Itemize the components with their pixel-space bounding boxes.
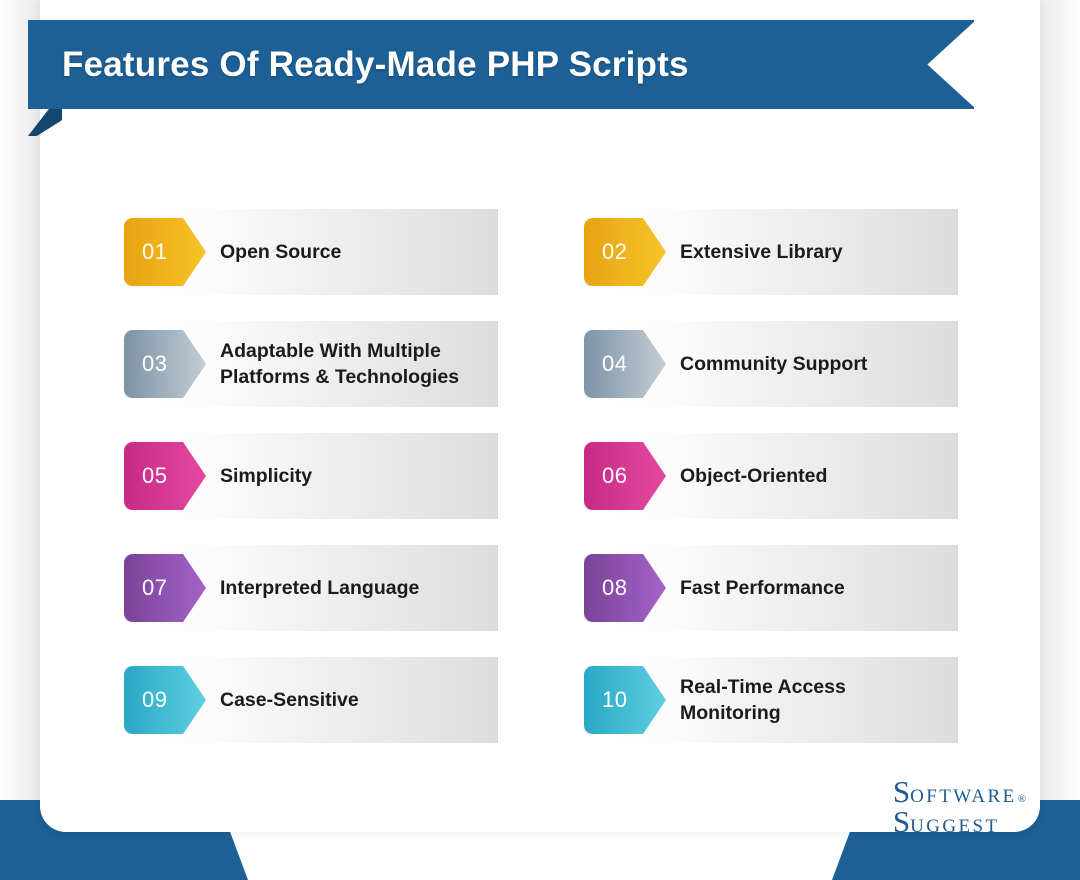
infographic-page: Features Of Ready-Made PHP Scripts 01 Ope…	[0, 0, 1080, 880]
feature-item[interactable]: 07 Interpreted Language	[124, 545, 498, 631]
feature-label: Simplicity	[220, 433, 470, 519]
feature-item[interactable]: 08 Fast Performance	[584, 545, 958, 631]
feature-label-line-1: Case-Sensitive	[220, 689, 359, 711]
feature-number: 03	[142, 351, 168, 376]
feature-number: 02	[602, 239, 628, 264]
feature-label: Object-Oriented	[680, 433, 930, 519]
header-ribbon: Features Of Ready-Made PHP Scripts	[0, 20, 1080, 136]
brand-logo-text-1: oftware	[910, 786, 1017, 807]
page-title: Features Of Ready-Made PHP Scripts	[62, 45, 689, 84]
feature-grid: 01 Open Source 02 Extensive Library 03 Adapta…	[124, 209, 962, 743]
feature-number: 04	[602, 351, 628, 376]
feature-label: Extensive Library	[680, 209, 930, 295]
feature-label-line-1: Real-Time Access	[680, 676, 846, 698]
brand-logo-initial-1: S	[892, 774, 911, 809]
feature-label-line-1: Fast Performance	[680, 577, 845, 599]
feature-label: Interpreted Language	[220, 545, 470, 631]
feature-number: 01	[142, 239, 168, 264]
feature-label: Real-Time Access Monitoring	[680, 657, 930, 743]
feature-label: Case-Sensitive	[220, 657, 470, 743]
brand-logo-line-2: S uggest	[892, 804, 1026, 839]
feature-label: Fast Performance	[680, 545, 930, 631]
feature-number: 09	[142, 687, 168, 712]
feature-label-line-2: Monitoring	[680, 702, 781, 724]
feature-number: 08	[602, 575, 628, 600]
feature-label-line-1: Adaptable With Multiple	[220, 340, 441, 362]
feature-item[interactable]: 04 Community Support	[584, 321, 958, 407]
feature-label: Adaptable With Multiple Platforms & Techn…	[220, 321, 470, 407]
feature-item[interactable]: 01 Open Source	[124, 209, 498, 295]
feature-item[interactable]: 05 Simplicity	[124, 433, 498, 519]
feature-label: Community Support	[680, 321, 930, 407]
brand-logo-text-2: uggest	[910, 816, 1000, 837]
feature-number: 10	[602, 687, 628, 712]
feature-item[interactable]: 06 Object-Oriented	[584, 433, 958, 519]
feature-label: Open Source	[220, 209, 470, 295]
feature-number: 06	[602, 463, 628, 488]
brand-logo-initial-2: S	[892, 804, 911, 839]
feature-number: 05	[142, 463, 168, 488]
feature-item[interactable]: 03 Adaptable With Multiple Platforms & Tec…	[124, 321, 498, 407]
brand-logo-line-1: S oftware ®	[892, 774, 1026, 809]
page-gutter-right	[1038, 0, 1080, 880]
feature-label-line-1: Open Source	[220, 241, 342, 263]
brand-logo: S oftware ® S uggest	[892, 774, 1026, 839]
feature-label-line-1: Simplicity	[220, 465, 313, 487]
feature-label-line-2: Platforms & Technologies	[220, 366, 460, 388]
feature-label-line-1: Extensive Library	[680, 241, 843, 263]
feature-label-line-1: Community Support	[680, 353, 868, 375]
feature-item[interactable]: 10 Real-Time Access Monitoring	[584, 657, 958, 743]
feature-label-line-1: Interpreted Language	[220, 577, 420, 599]
feature-item[interactable]: 09 Case-Sensitive	[124, 657, 498, 743]
registered-mark-icon: ®	[1017, 793, 1026, 805]
feature-number: 07	[142, 575, 168, 600]
feature-label-line-1: Object-Oriented	[680, 465, 828, 487]
feature-item[interactable]: 02 Extensive Library	[584, 209, 958, 295]
